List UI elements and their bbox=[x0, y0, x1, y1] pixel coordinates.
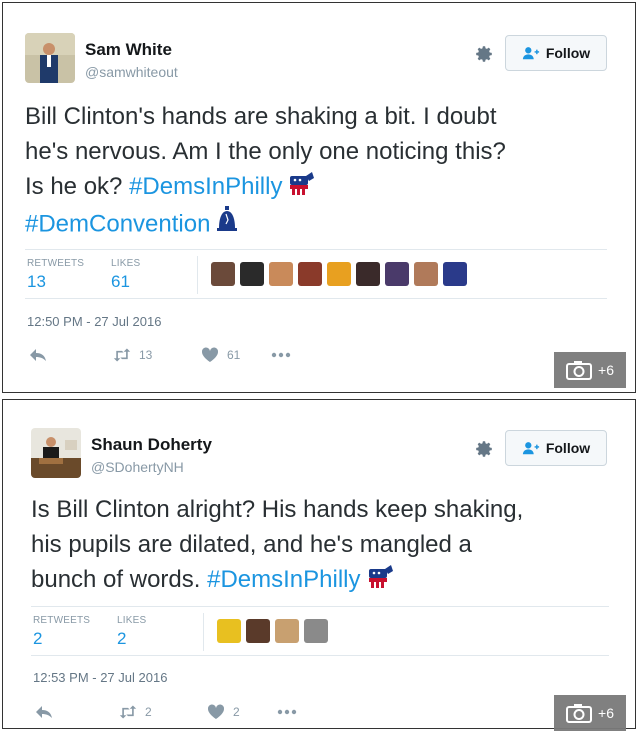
tweet-actions: 13 61 bbox=[29, 345, 291, 365]
user-names: Sam White @samwhiteout bbox=[85, 40, 178, 80]
tweet-timestamp[interactable]: 12:53 PM - 27 Jul 2016 bbox=[33, 670, 167, 685]
photo-count-badge[interactable]: +6 bbox=[554, 695, 626, 731]
retweet-icon bbox=[113, 348, 131, 362]
more-button[interactable] bbox=[271, 352, 291, 358]
follow-label: Follow bbox=[545, 440, 591, 456]
avatar[interactable] bbox=[25, 33, 75, 83]
likes-label: LIKES bbox=[111, 258, 141, 269]
user-name[interactable]: Sam White bbox=[85, 40, 178, 60]
reply-icon bbox=[30, 349, 46, 361]
liker-avatars bbox=[211, 262, 467, 286]
tweet-line-with-hashtag: Is he ok? #DemsInPhilly bbox=[25, 169, 615, 206]
retweets-label: RETWEETS bbox=[27, 258, 85, 269]
liker-avatar[interactable] bbox=[327, 262, 351, 286]
user-name[interactable]: Shaun Doherty bbox=[91, 435, 212, 455]
retweets-stat[interactable]: RETWEETS 2 bbox=[33, 615, 90, 649]
retweet-icon bbox=[119, 705, 137, 719]
tweet-timestamp[interactable]: 12:50 PM - 27 Jul 2016 bbox=[27, 314, 161, 329]
liker-avatars bbox=[217, 619, 328, 643]
tweet-line: Is he ok? bbox=[25, 173, 123, 200]
tweet-line: Is Bill Clinton alright? His hands keep … bbox=[31, 496, 524, 523]
retweet-count: 2 bbox=[145, 705, 152, 719]
gear-icon[interactable] bbox=[473, 438, 495, 460]
gear-icon[interactable] bbox=[473, 43, 495, 65]
tweet-text: Is Bill Clinton alright? His hands keep … bbox=[31, 492, 615, 599]
hashtag-link[interactable]: #DemsInPhilly bbox=[207, 566, 360, 593]
stats-divider bbox=[203, 613, 204, 651]
photo-count-badge[interactable]: +6 bbox=[554, 352, 626, 388]
likes-stat[interactable]: LIKES 61 bbox=[111, 258, 140, 292]
reply-icon bbox=[36, 706, 52, 718]
liberty-bell-emoji bbox=[214, 205, 240, 244]
like-button[interactable]: 2 bbox=[207, 704, 277, 720]
photo-count: +6 bbox=[598, 705, 614, 721]
tweet-card: Shaun Doherty @SDohertyNH Follow Is Bill… bbox=[2, 399, 636, 731]
retweets-stat[interactable]: RETWEETS 13 bbox=[27, 258, 84, 292]
liker-avatar[interactable] bbox=[385, 262, 409, 286]
user-names: Shaun Doherty @SDohertyNH bbox=[91, 435, 212, 475]
tweet-text: Bill Clinton's hands are shaking a bit. … bbox=[25, 99, 615, 244]
liker-avatar[interactable] bbox=[275, 619, 299, 643]
more-button[interactable] bbox=[277, 709, 297, 715]
liker-avatar[interactable] bbox=[356, 262, 380, 286]
photo-count: +6 bbox=[598, 362, 614, 378]
tweet-card: Sam White @samwhiteout Follow Bill Clint… bbox=[2, 2, 636, 393]
camera-icon bbox=[566, 361, 593, 380]
camera-icon bbox=[566, 704, 593, 723]
donkey-emoji bbox=[365, 563, 395, 599]
user-handle[interactable]: @samwhiteout bbox=[85, 64, 178, 80]
tweet-line: bunch of words. bbox=[31, 566, 201, 593]
retweets-count: 2 bbox=[33, 629, 43, 648]
reply-button[interactable] bbox=[29, 347, 113, 363]
user-handle[interactable]: @SDohertyNH bbox=[91, 459, 212, 475]
liker-avatar[interactable] bbox=[269, 262, 293, 286]
follow-button[interactable]: Follow bbox=[505, 35, 607, 71]
like-count: 2 bbox=[233, 705, 240, 719]
tweet-line: his pupils are dilated, and he's mangled… bbox=[31, 531, 472, 558]
liker-avatar[interactable] bbox=[414, 262, 438, 286]
tweet-stats: RETWEETS 13 LIKES 61 bbox=[25, 249, 607, 299]
likes-label: LIKES bbox=[117, 615, 147, 626]
liker-avatar[interactable] bbox=[211, 262, 235, 286]
heart-icon bbox=[201, 347, 219, 362]
likes-count: 61 bbox=[111, 272, 130, 291]
tweet-line: he's nervous. Am I the only one noticing… bbox=[25, 138, 506, 165]
retweets-count: 13 bbox=[27, 272, 46, 291]
reply-button[interactable] bbox=[35, 704, 119, 720]
avatar[interactable] bbox=[31, 428, 81, 478]
liker-avatar[interactable] bbox=[246, 619, 270, 643]
retweet-button[interactable]: 13 bbox=[113, 347, 201, 363]
hashtag-link[interactable]: #DemConvention bbox=[25, 210, 210, 237]
more-icon bbox=[277, 709, 297, 715]
liker-avatar[interactable] bbox=[298, 262, 322, 286]
likes-stat[interactable]: LIKES 2 bbox=[117, 615, 146, 649]
heart-icon bbox=[207, 704, 225, 719]
like-count: 61 bbox=[227, 348, 241, 362]
tweet-actions: 2 2 bbox=[35, 702, 297, 722]
like-button[interactable]: 61 bbox=[201, 347, 271, 363]
donkey-emoji bbox=[286, 170, 316, 206]
stats-divider bbox=[197, 256, 198, 294]
follow-person-icon bbox=[522, 47, 539, 60]
liker-avatar[interactable] bbox=[240, 262, 264, 286]
follow-label: Follow bbox=[545, 45, 591, 61]
tweet-header: Sam White @samwhiteout Follow bbox=[25, 33, 607, 87]
tweet-header: Shaun Doherty @SDohertyNH Follow bbox=[31, 428, 607, 482]
hashtag-link[interactable]: #DemsInPhilly bbox=[129, 173, 282, 200]
likes-count: 2 bbox=[117, 629, 127, 648]
tweet-line-with-hashtag: bunch of words. #DemsInPhilly bbox=[31, 562, 615, 599]
liker-avatar[interactable] bbox=[443, 262, 467, 286]
tweet-line-with-hashtag: #DemConvention bbox=[25, 205, 615, 244]
tweet-stats: RETWEETS 2 LIKES 2 bbox=[31, 606, 609, 656]
retweets-label: RETWEETS bbox=[33, 615, 91, 626]
retweet-count: 13 bbox=[139, 348, 153, 362]
liker-avatar[interactable] bbox=[304, 619, 328, 643]
more-icon bbox=[271, 352, 291, 358]
liker-avatar[interactable] bbox=[217, 619, 241, 643]
follow-person-icon bbox=[522, 442, 539, 455]
retweet-button[interactable]: 2 bbox=[119, 704, 207, 720]
tweet-line: Bill Clinton's hands are shaking a bit. … bbox=[25, 103, 497, 130]
follow-button[interactable]: Follow bbox=[505, 430, 607, 466]
